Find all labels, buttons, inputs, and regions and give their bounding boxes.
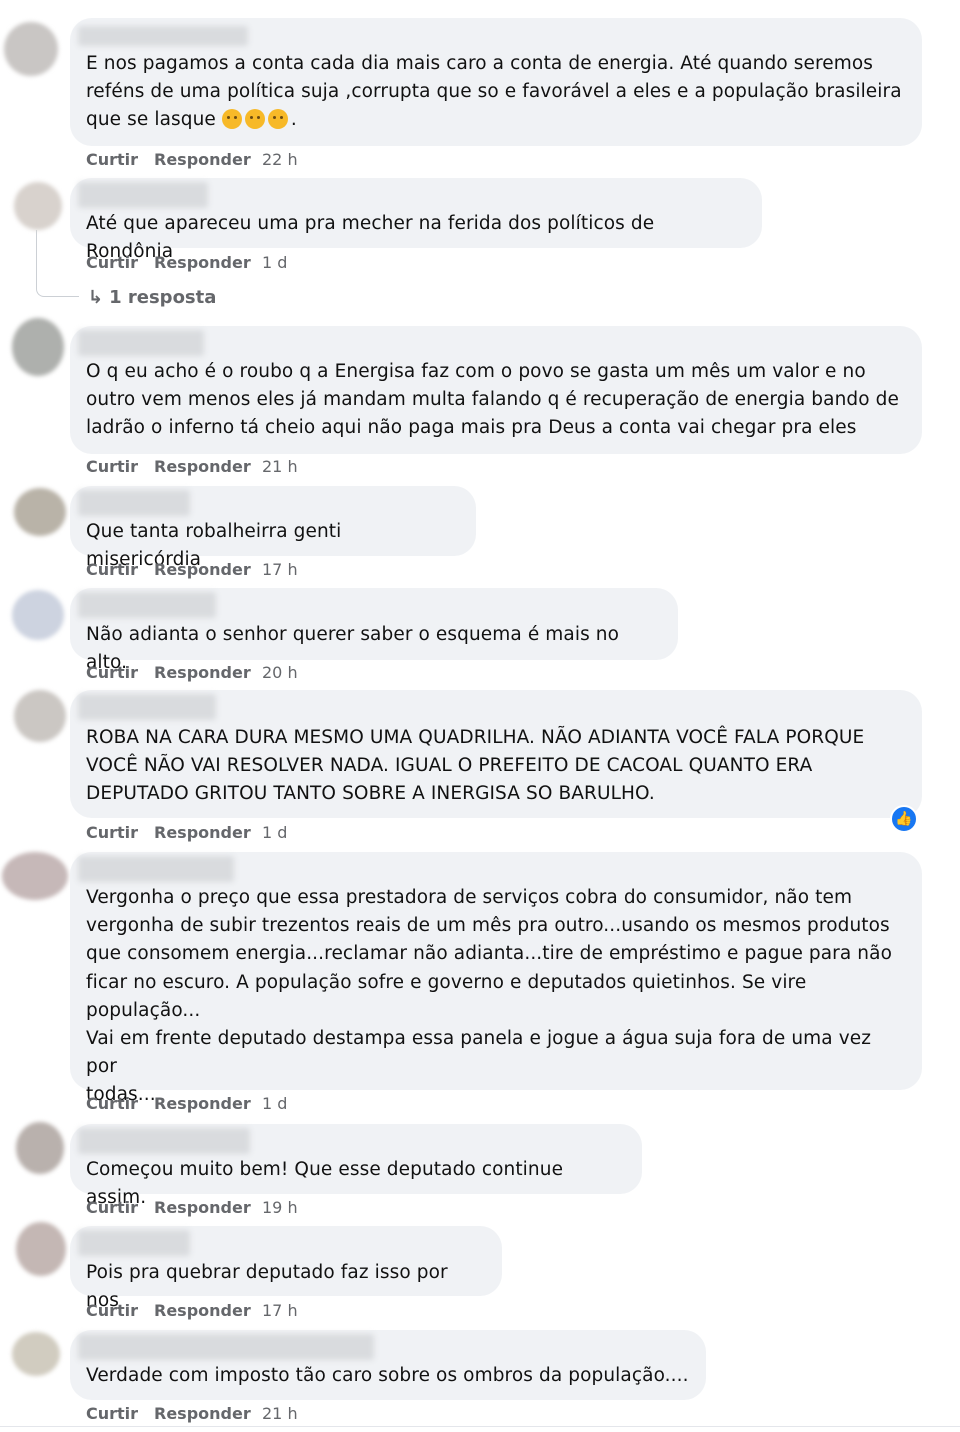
divider bbox=[0, 1426, 960, 1427]
pensive-emoji-icon bbox=[267, 109, 288, 130]
like-button[interactable]: Curtir bbox=[86, 663, 138, 683]
timestamp[interactable]: 17 h bbox=[262, 560, 298, 580]
comment-bubble: Vergonha o preço que essa prestadora de … bbox=[70, 852, 922, 1105]
author-name-redacted[interactable] bbox=[78, 856, 234, 882]
view-replies-link[interactable]: ↳ 1 resposta bbox=[88, 286, 216, 310]
reply-button[interactable]: Responder bbox=[154, 560, 251, 580]
avatar[interactable] bbox=[16, 1122, 64, 1174]
comment-text: Verdade com imposto tão caro sobre os om… bbox=[86, 1365, 689, 1386]
like-button[interactable]: Curtir bbox=[86, 1198, 138, 1218]
comment-bubble: Pois pra quebrar deputado faz isso por n… bbox=[70, 1226, 502, 1311]
avatar[interactable] bbox=[14, 690, 66, 742]
reply-button[interactable]: Responder bbox=[154, 823, 251, 843]
comment-bubble: ROBA NA CARA DURA MESMO UMA QUADRILHA. N… bbox=[70, 690, 922, 818]
author-name-redacted[interactable] bbox=[78, 26, 248, 46]
comment-bubble: Não adianta o senhor querer saber o esqu… bbox=[70, 588, 678, 673]
timestamp[interactable]: 20 h bbox=[262, 663, 298, 683]
timestamp[interactable]: 1 d bbox=[262, 823, 287, 843]
thread-connector bbox=[36, 230, 79, 297]
author-name-redacted[interactable] bbox=[78, 1334, 374, 1360]
avatar[interactable] bbox=[14, 182, 62, 230]
reply-button[interactable]: Responder bbox=[154, 253, 251, 273]
comment-bubble: E nos pagamos a conta cada dia mais caro… bbox=[70, 18, 922, 146]
comment-bubble: Começou muito bem! Que esse deputado con… bbox=[70, 1124, 642, 1208]
reply-arrow-icon: ↳ bbox=[88, 287, 104, 308]
avatar[interactable] bbox=[2, 852, 68, 900]
author-name-redacted[interactable] bbox=[78, 330, 204, 356]
reply-button[interactable]: Responder bbox=[154, 663, 251, 683]
like-button[interactable]: Curtir bbox=[86, 457, 138, 477]
pensive-emoji-icon bbox=[244, 109, 265, 130]
like-reaction-icon[interactable]: 👍 bbox=[890, 805, 918, 833]
like-button[interactable]: Curtir bbox=[86, 1301, 138, 1321]
comment-bubble: Verdade com imposto tão caro sobre os om… bbox=[70, 1330, 706, 1400]
like-button[interactable]: Curtir bbox=[86, 253, 138, 273]
avatar[interactable] bbox=[4, 22, 58, 76]
like-button[interactable]: Curtir bbox=[86, 150, 138, 170]
comment-bubble: O q eu acho é o roubo q a Energisa faz c… bbox=[70, 326, 922, 454]
reply-button[interactable]: Responder bbox=[154, 150, 251, 170]
author-name-redacted[interactable] bbox=[78, 182, 208, 208]
like-button[interactable]: Curtir bbox=[86, 1404, 138, 1424]
reply-button[interactable]: Responder bbox=[154, 1301, 251, 1321]
like-button[interactable]: Curtir bbox=[86, 560, 138, 580]
author-name-redacted[interactable] bbox=[78, 592, 216, 618]
timestamp[interactable]: 22 h bbox=[262, 150, 298, 170]
comment-bubble: Até que apareceu uma pra mecher na ferid… bbox=[70, 178, 762, 262]
comment-text: ROBA NA CARA DURA MESMO UMA QUADRILHA. N… bbox=[86, 727, 865, 805]
comment-text: E nos pagamos a conta cada dia mais caro… bbox=[86, 53, 902, 131]
avatar[interactable] bbox=[12, 1332, 60, 1376]
author-name-redacted[interactable] bbox=[78, 1230, 190, 1256]
timestamp[interactable]: 1 d bbox=[262, 1094, 287, 1114]
author-name-redacted[interactable] bbox=[78, 490, 190, 516]
avatar[interactable] bbox=[14, 488, 66, 536]
like-button[interactable]: Curtir bbox=[86, 823, 138, 843]
reply-button[interactable]: Responder bbox=[154, 1094, 251, 1114]
timestamp[interactable]: 1 d bbox=[262, 253, 287, 273]
avatar[interactable] bbox=[12, 590, 64, 640]
author-name-redacted[interactable] bbox=[78, 694, 216, 720]
avatar[interactable] bbox=[12, 318, 64, 376]
author-name-redacted[interactable] bbox=[78, 1128, 250, 1154]
reply-button[interactable]: Responder bbox=[154, 1404, 251, 1424]
reply-button[interactable]: Responder bbox=[154, 457, 251, 477]
timestamp[interactable]: 19 h bbox=[262, 1198, 298, 1218]
reply-button[interactable]: Responder bbox=[154, 1198, 251, 1218]
timestamp[interactable]: 21 h bbox=[262, 457, 298, 477]
avatar[interactable] bbox=[16, 1222, 66, 1276]
comment-bubble: Que tanta robalheirra genti misericórdia bbox=[70, 486, 476, 570]
comment-text: O q eu acho é o roubo q a Energisa faz c… bbox=[86, 361, 899, 439]
pensive-emoji-icon bbox=[221, 109, 242, 130]
comment-text: Vergonha o preço que essa prestadora de … bbox=[86, 887, 892, 1106]
timestamp[interactable]: 21 h bbox=[262, 1404, 298, 1424]
like-button[interactable]: Curtir bbox=[86, 1094, 138, 1114]
timestamp[interactable]: 17 h bbox=[262, 1301, 298, 1321]
